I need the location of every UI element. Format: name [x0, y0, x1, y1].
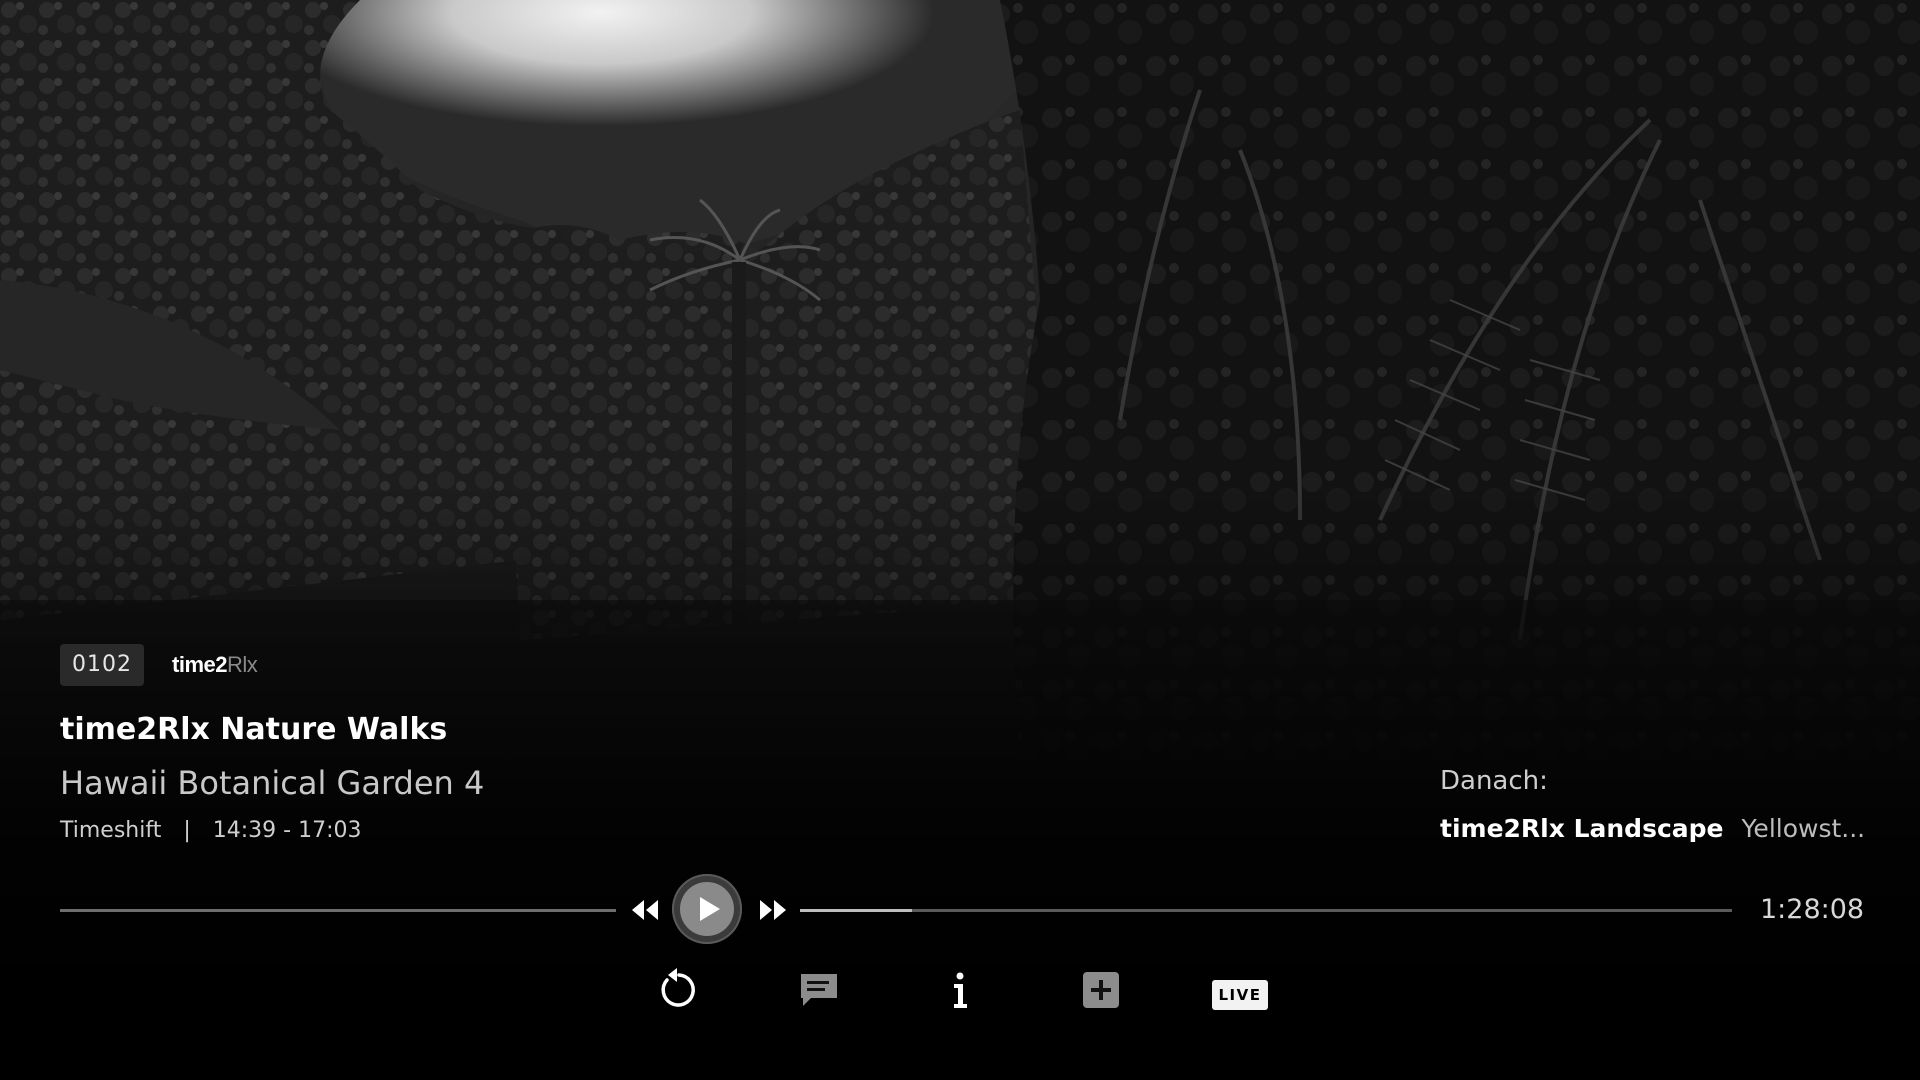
time-remaining: 1:28:08 [1760, 894, 1865, 925]
add-button[interactable] [1077, 966, 1125, 1014]
rewind-icon [632, 900, 658, 920]
add-icon [1083, 972, 1119, 1008]
info-icon [954, 972, 967, 1008]
restart-button[interactable] [655, 966, 703, 1014]
tv-player-screen: 0102 time2Rlx time2Rlx Nature Walks Hawa… [0, 0, 1920, 1080]
play-icon [700, 897, 720, 921]
live-badge: LIVE [1212, 980, 1268, 1010]
show-title: time2Rlx Nature Walks [60, 712, 448, 747]
channel-number: 0102 [60, 644, 144, 686]
channel-logo-main: time2 [172, 652, 227, 677]
transport-bar: 1:28:08 [0, 870, 1920, 950]
progress-track[interactable] [800, 909, 1732, 912]
progress-fill [800, 909, 912, 912]
up-next-label: Danach: [1440, 766, 1548, 796]
up-next-panel: Danach: time2Rlx Landscape Yellowst... [1440, 766, 1880, 843]
subtitles-button[interactable] [795, 966, 843, 1014]
broadcast-meta: Timeshift | 14:39 - 17:03 [60, 818, 362, 843]
rewind-button[interactable] [630, 896, 660, 924]
playback-mode: Timeshift [60, 818, 162, 843]
channel-logo: time2Rlx [172, 652, 258, 678]
fast-forward-button[interactable] [758, 896, 788, 924]
restart-icon [661, 968, 695, 1007]
channel-logo-thin: Rlx [226, 652, 258, 677]
episode-title: Hawaii Botanical Garden 4 [60, 764, 485, 802]
up-next-title: time2Rlx Landscape [1440, 814, 1724, 843]
fast-forward-icon [760, 900, 786, 920]
past-track[interactable] [60, 909, 616, 912]
up-next-subtitle: Yellowst... [1741, 814, 1866, 843]
action-bar: LIVE [0, 960, 1920, 1020]
play-button[interactable] [672, 874, 742, 944]
channel-row: 0102 time2Rlx [60, 644, 258, 686]
subtitles-icon [801, 974, 837, 1006]
live-button[interactable]: LIVE [1212, 966, 1270, 1014]
meta-separator: | [183, 818, 191, 843]
up-next-row: time2Rlx Landscape Yellowst... [1440, 814, 1880, 843]
info-button[interactable] [936, 966, 984, 1014]
time-slot: 14:39 - 17:03 [212, 818, 362, 843]
